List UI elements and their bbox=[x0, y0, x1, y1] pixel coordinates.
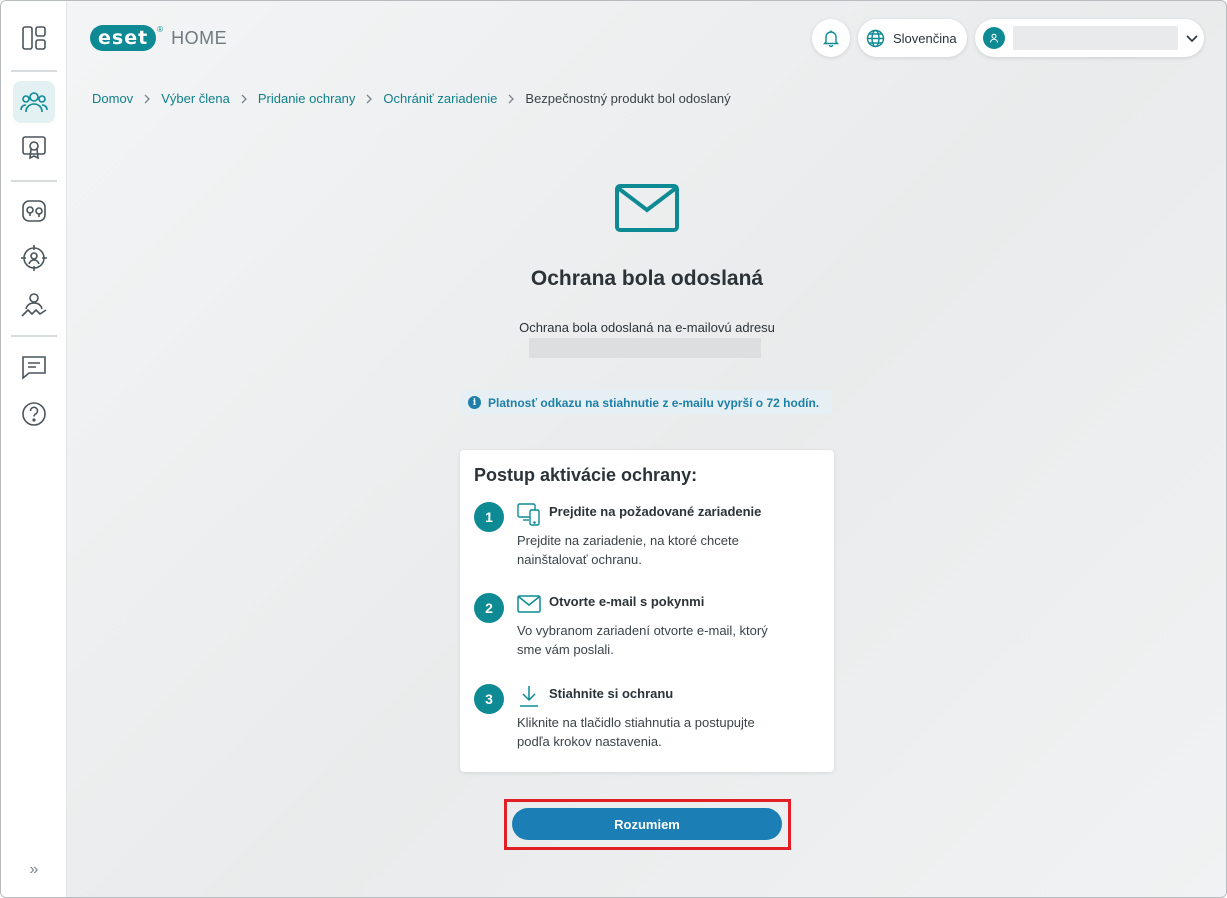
page-title: Ochrana bola odoslaná bbox=[530, 267, 764, 290]
step-number: 2 bbox=[474, 593, 504, 623]
mail-icon bbox=[517, 595, 541, 613]
logo-product-name: HOME bbox=[171, 27, 228, 48]
breadcrumb: Domov Výber člena Pridanie ochrany Ochrá… bbox=[92, 91, 731, 106]
chevron-right-icon bbox=[240, 94, 248, 104]
info-icon: i bbox=[468, 396, 481, 409]
account-menu[interactable] bbox=[975, 19, 1204, 57]
link-expiry-text: Platnosť odkazu na stiahnutie z e-mailu … bbox=[488, 395, 820, 410]
sidebar-item-dashboard[interactable] bbox=[13, 17, 55, 59]
avatar bbox=[983, 27, 1005, 49]
understand-button[interactable]: Rozumiem bbox=[512, 808, 782, 840]
parental-control-icon bbox=[21, 293, 47, 317]
sidebar-item-feedback[interactable] bbox=[13, 346, 55, 388]
license-certificate-icon bbox=[22, 136, 46, 160]
devices-icon bbox=[517, 503, 540, 526]
step-heading: Stiahnite si ochranu bbox=[549, 686, 674, 701]
help-icon bbox=[22, 402, 46, 426]
language-selector[interactable]: Slovenčina bbox=[858, 19, 967, 57]
sidebar-divider bbox=[11, 70, 57, 72]
mail-icon bbox=[615, 184, 679, 232]
language-label: Slovenčina bbox=[893, 30, 957, 46]
account-name-redacted bbox=[1013, 26, 1178, 50]
step-description: Vo vybranom zariadení otvorte e-mail, kt… bbox=[517, 623, 768, 657]
globe-icon bbox=[866, 29, 885, 47]
eset-logo-mark: eset bbox=[90, 25, 157, 51]
bell-icon bbox=[822, 30, 840, 47]
sidebar-item-devices[interactable] bbox=[13, 190, 55, 232]
email-address-redacted bbox=[529, 338, 761, 358]
step-heading: Prejdite na požadované zariadenie bbox=[549, 504, 762, 519]
activation-steps-card: Postup aktivácie ochrany: 1 Prejdite na … bbox=[460, 450, 834, 772]
sidebar-divider bbox=[11, 335, 57, 337]
family-members-icon bbox=[20, 92, 48, 113]
sidebar-divider bbox=[11, 180, 57, 182]
app-window: » eset ® HOME Slovenčina Domov Výber čle… bbox=[0, 0, 1227, 898]
step-description: Kliknite na tlačidlo stiahnutia a postup… bbox=[517, 715, 755, 749]
step-heading: Otvorte e-mail s pokynmi bbox=[549, 594, 705, 609]
step-description: Prejdite na zariadenie, na ktoré chcete n… bbox=[517, 533, 739, 567]
breadcrumb-link-add-protection[interactable]: Pridanie ochrany bbox=[258, 91, 356, 106]
link-expiry-note: i Platnosť odkazu na stiahnutie z e-mail… bbox=[460, 390, 832, 415]
breadcrumb-current: Bezpečnostný produkt bol odoslaný bbox=[525, 91, 731, 106]
sidebar-expand-button[interactable]: » bbox=[23, 861, 45, 881]
breadcrumb-link-member[interactable]: Výber člena bbox=[161, 91, 230, 106]
sidebar-item-family[interactable] bbox=[13, 81, 55, 123]
sent-to-label: Ochrana bola odoslaná na e-mailovú adres… bbox=[519, 320, 775, 335]
step-number: 1 bbox=[474, 502, 504, 532]
sidebar-item-licenses[interactable] bbox=[13, 127, 55, 169]
sidebar: » bbox=[1, 1, 67, 897]
download-icon bbox=[520, 686, 538, 707]
eset-home-logo[interactable]: eset ® HOME bbox=[90, 24, 227, 52]
card-title: Postup aktivácie ochrany: bbox=[474, 465, 698, 485]
sidebar-item-help[interactable] bbox=[13, 393, 55, 435]
chevron-right-icon bbox=[365, 94, 373, 104]
breadcrumb-link-home[interactable]: Domov bbox=[92, 91, 133, 106]
feedback-icon bbox=[22, 356, 46, 380]
registered-mark: ® bbox=[157, 24, 164, 34]
devices-security-icon bbox=[22, 200, 46, 222]
breadcrumb-link-protect-device[interactable]: Ochrániť zariadenie bbox=[383, 91, 497, 106]
chevron-right-icon bbox=[507, 94, 515, 104]
chevron-right-icon bbox=[143, 94, 151, 104]
notifications-button[interactable] bbox=[812, 19, 850, 57]
step-number: 3 bbox=[474, 684, 504, 714]
dashboard-icon bbox=[22, 26, 46, 50]
user-icon bbox=[990, 33, 998, 43]
chevron-down-icon bbox=[1186, 35, 1198, 43]
